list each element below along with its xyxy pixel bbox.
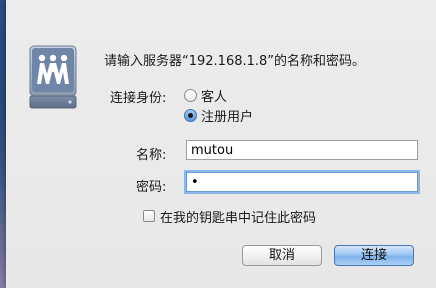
name-field[interactable] <box>186 140 418 160</box>
radio-registered-user[interactable]: 注册用户 <box>184 106 254 125</box>
connect-button[interactable]: 连接 <box>334 245 414 266</box>
network-server-icon <box>28 44 78 110</box>
remember-password-label: 在我的钥匙串中记住此密码 <box>160 210 317 226</box>
connect-to-server-dialog: 请输入服务器“192.168.1.8”的名称和密码。 连接身份: 客人 注册用户… <box>6 0 436 288</box>
radio-guest-label: 客人 <box>201 89 228 105</box>
password-label: 密码: <box>136 180 167 195</box>
radio-registered-user-label: 注册用户 <box>201 109 254 125</box>
radio-button-registered-user[interactable] <box>184 108 197 122</box>
radio-guest[interactable]: 客人 <box>184 86 228 105</box>
name-label: 名称: <box>136 148 167 163</box>
connect-as-label: 连接身份: <box>110 91 167 106</box>
remember-password-checkbox[interactable] <box>143 210 155 222</box>
radio-button-guest[interactable] <box>184 88 197 102</box>
dialog-prompt: 请输入服务器“192.168.1.8”的名称和密码。 <box>104 54 366 69</box>
remember-password-option[interactable]: 在我的钥匙串中记住此密码 <box>143 207 317 226</box>
password-field[interactable] <box>186 172 418 192</box>
cancel-button[interactable]: 取消 <box>242 245 322 266</box>
